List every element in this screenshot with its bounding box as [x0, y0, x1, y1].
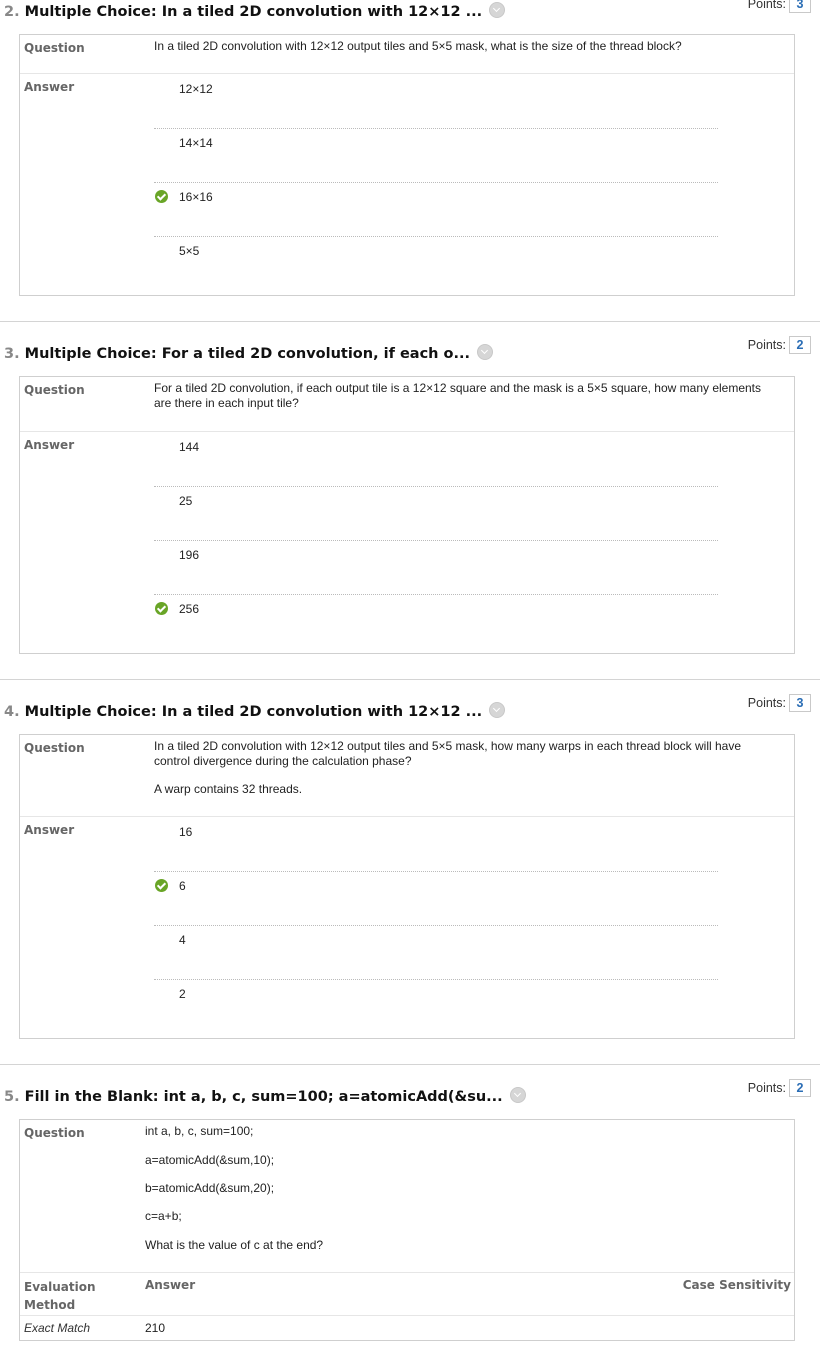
points-label: Points:: [747, 1081, 786, 1095]
answer-option: 144: [154, 433, 718, 487]
question-5: 5. Fill in the Blank: int a, b, c, sum=1…: [0, 1079, 820, 1355]
question-title-text: Multiple Choice: In a tiled 2D convoluti…: [24, 704, 483, 720]
question-number: 3.: [4, 346, 20, 362]
case-sensitivity-header: Case Sensitivity: [682, 1278, 791, 1292]
section-divider: [0, 1064, 820, 1065]
points-value: 3: [789, 0, 811, 13]
answer-text: 256: [179, 602, 200, 616]
answer-label: Answer: [24, 823, 75, 837]
question-line: int a, b, c, sum=100;: [145, 1124, 254, 1138]
section-divider: [0, 321, 820, 322]
answer-option: 4: [154, 926, 718, 980]
question-label: Question: [24, 41, 85, 55]
question-title-text: Multiple Choice: In a tiled 2D convoluti…: [24, 4, 483, 20]
divider: [20, 816, 794, 817]
question-text: In a tiled 2D convolution with 12×12 out…: [154, 739, 742, 768]
question-card: Question For a tiled 2D convolution, if …: [19, 376, 795, 654]
question-label: Question: [24, 1126, 85, 1140]
question-number: 4.: [4, 704, 20, 720]
answer-text: 14×14: [179, 136, 213, 150]
evaluation-method-value: Exact Match: [24, 1321, 91, 1335]
answer-label: Answer: [24, 80, 75, 94]
answer-text: 16×16: [179, 190, 213, 204]
answer-option-correct: 256: [154, 595, 718, 649]
question-number: 5.: [4, 1089, 20, 1105]
question-text: For a tiled 2D convolution, if each outp…: [154, 381, 762, 410]
question-note: A warp contains 32 threads.: [154, 782, 303, 796]
check-circle-icon: [155, 602, 168, 615]
answer-text: 5×5: [179, 244, 200, 258]
question-title[interactable]: 2. Multiple Choice: In a tiled 2D convol…: [4, 2, 506, 20]
question-title[interactable]: 3. Multiple Choice: For a tiled 2D convo…: [4, 344, 494, 362]
answer-option-correct: 16×16: [154, 183, 718, 237]
points: Points: 3: [748, 694, 811, 712]
divider: [20, 73, 794, 74]
answer-text: 144: [179, 440, 200, 454]
divider: [20, 1315, 794, 1316]
points-value: 3: [789, 694, 811, 712]
question-title[interactable]: 4. Multiple Choice: In a tiled 2D convol…: [4, 702, 506, 720]
points-label: Points:: [747, 0, 786, 11]
question-2: 2. Multiple Choice: In a tiled 2D convol…: [0, 0, 820, 300]
answer-option-correct: 6: [154, 872, 718, 926]
points: Points: 2: [748, 1079, 811, 1097]
question-line: What is the value of c at the end?: [145, 1238, 324, 1252]
question-number: 2.: [4, 4, 20, 20]
answer-text: 16: [179, 825, 193, 839]
check-circle-icon: [155, 190, 168, 203]
question-card: Question int a, b, c, sum=100; a=atomicA…: [19, 1119, 795, 1341]
question-line: a=atomicAdd(&sum,10);: [145, 1153, 275, 1167]
answer-value: 210: [145, 1321, 166, 1335]
question-title-text: Multiple Choice: For a tiled 2D convolut…: [24, 346, 471, 362]
answer-option: 14×14: [154, 129, 718, 183]
answer-option: 16: [154, 818, 718, 872]
points-value: 2: [789, 1079, 811, 1097]
question-4: 4. Multiple Choice: In a tiled 2D convol…: [0, 694, 820, 1044]
answer-option: 2: [154, 980, 718, 1034]
answer-text: 196: [179, 548, 200, 562]
question-title-text: Fill in the Blank: int a, b, c, sum=100;…: [24, 1089, 503, 1105]
answer-text: 25: [179, 494, 193, 508]
question-label: Question: [24, 383, 85, 397]
points: Points: 3: [748, 0, 811, 13]
answer-option: 25: [154, 487, 718, 541]
points-label: Points:: [747, 696, 786, 710]
answer-option: 12×12: [154, 75, 718, 129]
question-3: 3. Multiple Choice: For a tiled 2D convo…: [0, 336, 820, 656]
chevron-down-icon[interactable]: [489, 702, 506, 718]
answer-text: 6: [179, 879, 186, 893]
answer-option: 5×5: [154, 237, 718, 291]
answer-text: 2: [179, 987, 186, 1001]
chevron-down-icon[interactable]: [477, 344, 494, 360]
chevron-down-icon[interactable]: [509, 1087, 526, 1103]
question-text: In a tiled 2D convolution with 12×12 out…: [154, 39, 682, 53]
answer-text: 4: [179, 933, 186, 947]
answer-header: Answer: [145, 1278, 196, 1292]
points-value: 2: [789, 336, 811, 354]
question-card: Question In a tiled 2D convolution with …: [19, 734, 795, 1039]
divider: [20, 431, 794, 432]
check-circle-icon: [155, 879, 168, 892]
section-divider: [0, 679, 820, 680]
points-label: Points:: [747, 338, 786, 352]
answer-option: 196: [154, 541, 718, 595]
question-line: b=atomicAdd(&sum,20);: [145, 1181, 275, 1195]
evaluation-method-header: Evaluation Method: [24, 1280, 96, 1312]
divider: [20, 1272, 794, 1273]
question-label: Question: [24, 741, 85, 755]
answer-label: Answer: [24, 438, 75, 452]
question-title[interactable]: 5. Fill in the Blank: int a, b, c, sum=1…: [4, 1087, 526, 1105]
answer-text: 12×12: [179, 82, 213, 96]
question-line: c=a+b;: [145, 1209, 182, 1223]
chevron-down-icon[interactable]: [489, 2, 506, 18]
points: Points: 2: [748, 336, 811, 354]
question-card: Question In a tiled 2D convolution with …: [19, 34, 795, 296]
